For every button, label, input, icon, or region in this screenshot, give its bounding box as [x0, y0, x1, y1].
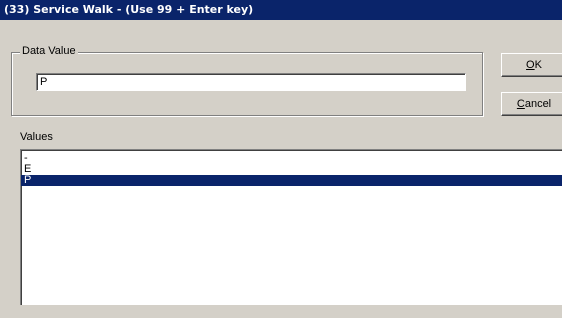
- list-item[interactable]: -: [21, 153, 562, 164]
- cancel-button[interactable]: Cancel: [501, 92, 562, 116]
- values-label: Values: [20, 131, 53, 143]
- data-value-input[interactable]: [36, 73, 466, 91]
- values-listbox[interactable]: - E P: [20, 149, 562, 305]
- list-item[interactable]: E: [21, 164, 562, 175]
- ok-button[interactable]: OK: [501, 53, 562, 77]
- data-value-group-label: Data Value: [20, 45, 78, 58]
- window-title: (33) Service Walk - (Use 99 + Enter key): [0, 0, 562, 20]
- list-item-selected[interactable]: P: [21, 175, 562, 186]
